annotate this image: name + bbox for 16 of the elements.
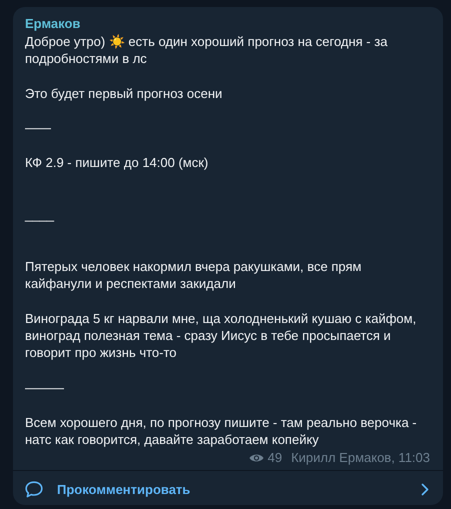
message-text: Винограда 5 кг нарвали мне, ща холодненький кушаю с кайфом, виноград полезная тема - сразу Иисус в тебе просыпается и говорит про жизнь что-то [25,310,418,362]
comment-button[interactable]: Прокомментировать [13,470,443,508]
message-text: КФ 2.9 - пишите до 14:00 (мск) [25,154,210,172]
message-text: —— [25,119,52,137]
author-name: Ермаков [25,15,80,33]
speech-bubble-icon [25,481,43,498]
message-text: ——— [25,378,65,396]
message-signature: Кирилл Ермаков, 11:03 [291,450,430,466]
view-count: 49 [268,450,282,466]
message-text: Доброе утро) ☀ есть один хороший прогноз на сегодня - за подробностями в лс [25,33,388,68]
message-text: ____ [25,206,56,224]
message-text: Это будет первый прогноз осени [25,84,224,102]
message-text: Всем хорошего дня, по прогнозу пишите - там реально верочка - натс как говорится, давайте заработаем копейку [25,414,418,448]
eye-icon [248,453,264,464]
message-text: Пятерых человек накормил вчера ракушками, все прям кайфанули и респектами закидали [25,258,362,292]
chevron-right-icon [421,483,429,496]
